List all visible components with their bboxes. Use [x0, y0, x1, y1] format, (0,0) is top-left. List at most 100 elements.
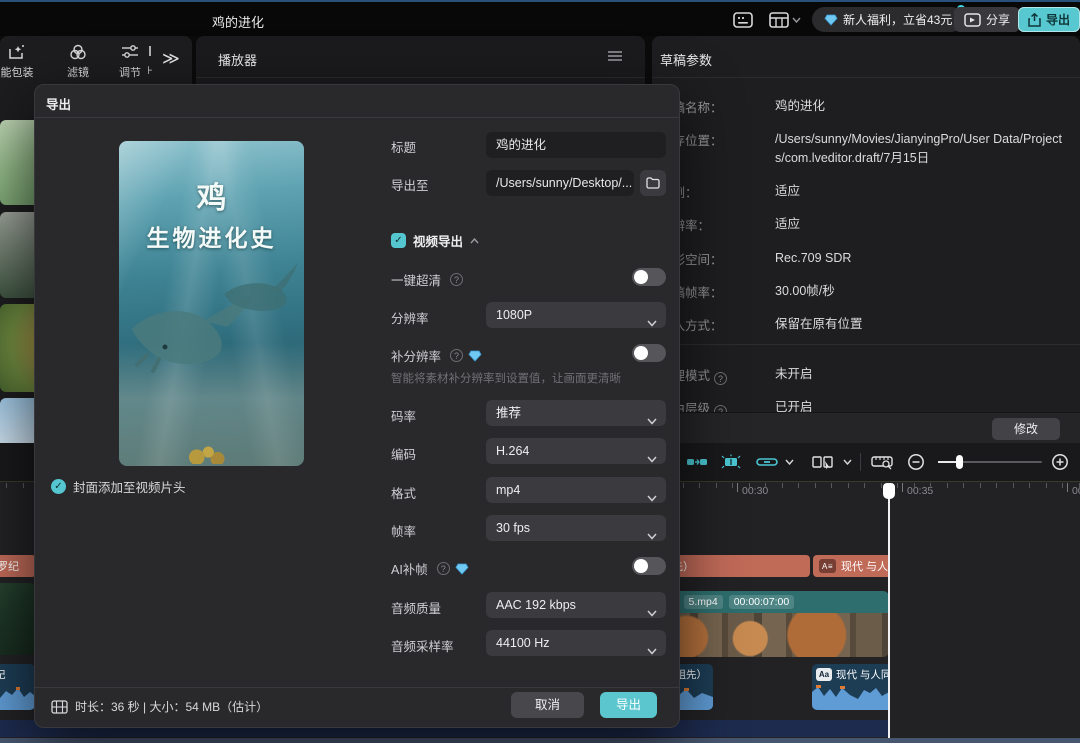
tab-smart-packaging[interactable]: 能包装: [0, 40, 43, 80]
ruler-minor-tick: [897, 483, 898, 488]
export-info: 时长：36 秒 | 大小：54 MB（估计）: [51, 698, 268, 715]
tab-partial[interactable]: ⊦: [138, 40, 162, 77]
video-clip-fragment-left[interactable]: [0, 583, 35, 655]
export-icon: [1028, 13, 1041, 27]
sea-creature-small: [214, 256, 299, 316]
zoom-slider-knob[interactable]: [956, 455, 963, 469]
export-info-text: 时长：36 秒 | 大小：54 MB（估计）: [75, 698, 268, 715]
sample-rate-select[interactable]: 44100 Hz: [486, 630, 666, 656]
link-dropdown-chevron[interactable]: [782, 451, 796, 473]
path-field-label: 导出至: [391, 175, 429, 194]
captions-icon[interactable]: [728, 9, 758, 31]
ruler-minor-tick: [848, 483, 849, 488]
save-path-value: /Users/sunny/Movies/JianyingPro/User Dat…: [775, 130, 1071, 168]
ruler-minor-tick: [798, 483, 799, 488]
ruler-minor-tick: [699, 483, 700, 488]
text-clip-2[interactable]: A≡ 现代 与人同处: [813, 555, 889, 577]
chevron-down-icon: [792, 17, 801, 23]
checkbox-checked-icon: ✓: [391, 233, 406, 248]
share-button[interactable]: 分享: [954, 7, 1020, 32]
codec-select[interactable]: H.264: [486, 438, 666, 464]
split-tool-icon[interactable]: [808, 451, 838, 473]
help-icon[interactable]: ?: [450, 349, 463, 362]
bitrate-select[interactable]: 推荐: [486, 400, 666, 426]
draft-fps-value: 30.00帧/秒: [775, 282, 1071, 301]
resolution-value: 适应: [775, 215, 1071, 234]
zoom-in-icon[interactable]: [1048, 451, 1072, 473]
format-select[interactable]: mp4: [486, 477, 666, 503]
confirm-export-button[interactable]: 导出: [600, 692, 657, 718]
ruler-minor-tick: [815, 483, 816, 488]
playhead-line[interactable]: [888, 483, 890, 738]
cover-to-head-checkbox[interactable]: ✓ 封面添加至视频片头: [51, 477, 186, 496]
bitrate-field-label: 码率: [391, 406, 416, 425]
expand-tabs-chevron[interactable]: ≫: [162, 49, 178, 69]
title-field-label: 标题: [391, 137, 416, 156]
ruler-minor-tick: [749, 483, 750, 488]
cancel-button[interactable]: 取消: [511, 692, 584, 718]
ruler-minor-tick: [947, 483, 948, 488]
fps-select[interactable]: 30 fps: [486, 515, 666, 541]
tts-audio-icon: Aa: [816, 668, 832, 681]
snap-icon[interactable]: [684, 451, 710, 473]
gem-icon: [468, 350, 482, 362]
smart-hd-toggle[interactable]: [632, 268, 666, 286]
video-export-section[interactable]: ✓ 视频导出: [391, 231, 479, 250]
collapse-chevron-up-icon[interactable]: [470, 238, 479, 244]
share-button-label: 分享: [986, 11, 1010, 28]
audio-quality-select[interactable]: AAC 192 kbps: [486, 592, 666, 618]
dialog-footer-divider: [35, 687, 679, 688]
player-menu-icon[interactable]: [607, 49, 623, 68]
tab-smart-packaging-label: 能包装: [0, 64, 43, 80]
link-icon[interactable]: [754, 451, 780, 473]
super-resolution-toggle[interactable]: [632, 344, 666, 362]
resolution-select[interactable]: 1080P: [486, 302, 666, 328]
film-icon: [51, 700, 68, 714]
audio-quality-field-label: 音频质量: [391, 598, 441, 617]
split-dropdown-chevron[interactable]: [840, 451, 854, 473]
player-panel-title: 播放器: [218, 50, 257, 69]
timeline-scrollbar[interactable]: [0, 738, 1080, 743]
proxy-mode-value: 未开启: [775, 365, 1071, 384]
ai-interpolation-toggle[interactable]: [632, 557, 666, 575]
help-icon[interactable]: ?: [450, 273, 463, 286]
modify-button[interactable]: 修改: [992, 418, 1060, 440]
timeline-zoom-slider[interactable]: [938, 461, 1042, 463]
cover-to-head-label: 封面添加至视频片头: [73, 477, 186, 496]
audio-clip-2-label: 现代 与人同处: [836, 667, 889, 682]
colorspace-value: Rec.709 SDR: [775, 249, 1071, 268]
title-field-input[interactable]: 鸡的进化: [486, 132, 666, 158]
path-field-input[interactable]: /Users/sunny/Desktop/...: [486, 170, 634, 196]
chevron-down-icon: [647, 446, 657, 472]
preview-axis-icon[interactable]: [868, 451, 896, 473]
ai-interpolation-label: AI补帧?: [391, 559, 469, 578]
partial-tab-icon: [138, 43, 162, 63]
cover-preview[interactable]: 鸡 生物进化史: [119, 141, 304, 466]
codec-field-label: 编码: [391, 444, 416, 463]
layout-switcher-icon[interactable]: [764, 9, 806, 31]
zoom-out-icon[interactable]: [904, 451, 928, 473]
ruler-minor-tick: [6, 483, 7, 488]
sample-rate-field-label: 音频采样率: [391, 636, 454, 655]
export-button-top[interactable]: 导出: [1018, 7, 1080, 32]
share-icon: [964, 13, 981, 27]
chevron-down-icon: [647, 408, 657, 434]
chevron-down-icon: [647, 485, 657, 511]
playhead-handle[interactable]: [883, 483, 895, 499]
text-clip-fragment-left[interactable]: 前 侏罗纪: [0, 555, 36, 577]
ruler-major-tick: [737, 483, 738, 492]
folder-icon: [646, 177, 660, 189]
audio-clip-2[interactable]: Aa 现代 与人同处: [812, 664, 889, 710]
ruler-minor-tick: [864, 483, 865, 488]
auto-cut-icon[interactable]: [718, 451, 744, 473]
help-icon[interactable]: ?: [714, 372, 727, 385]
ruler-minor-tick: [881, 483, 882, 488]
audio-clip-fragment-left[interactable]: 侏罗纪: [0, 664, 35, 710]
browse-folder-button[interactable]: [640, 170, 666, 196]
tab-filters[interactable]: 滤镜: [52, 40, 104, 80]
benefit-pill[interactable]: 新人福利，立省43元: [812, 7, 964, 32]
help-icon[interactable]: ?: [437, 562, 450, 575]
ruler-minor-tick: [831, 483, 832, 488]
ruler-minor-tick: [980, 483, 981, 488]
smart-packaging-icon: [0, 43, 43, 63]
